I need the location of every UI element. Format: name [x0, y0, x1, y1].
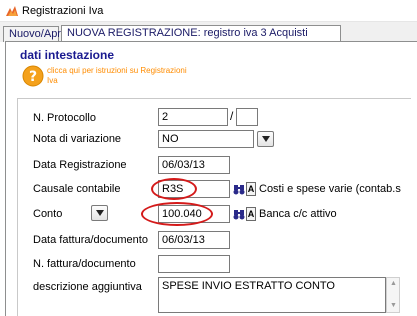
descrizione-textarea[interactable]: SPESE INVIO ESTRATTO CONTO [158, 277, 386, 313]
app-icon [6, 6, 18, 16]
conto-description: Banca c/c attivo [259, 208, 337, 220]
window-title: Registrazioni Iva [22, 5, 104, 17]
help-link[interactable]: clicca qui per istruzioni su Registrazio… [47, 66, 197, 86]
protocollo-separator: / [230, 109, 234, 123]
causale-a-button[interactable]: A [246, 182, 256, 196]
section-title: dati intestazione [20, 48, 115, 62]
causale-annotation-circle [151, 178, 197, 200]
nota-variazione-dropdown-button[interactable] [257, 131, 274, 147]
data-fattura-label: Data fattura/documento [33, 234, 148, 246]
conto-annotation-circle [141, 202, 213, 226]
protocollo-label: N. Protocollo [33, 112, 96, 124]
data-fattura-input[interactable]: 06/03/13 [158, 231, 230, 249]
binoculars-icon[interactable] [233, 208, 245, 220]
help-icon[interactable]: ? [22, 65, 44, 87]
chevron-down-icon [96, 210, 104, 216]
window-titlebar: Registrazioni Iva [0, 0, 417, 22]
scroll-down-icon[interactable]: ▼ [390, 302, 397, 309]
conto-a-button[interactable]: A [246, 207, 256, 221]
protocollo-input[interactable]: 2 [158, 108, 228, 126]
nota-variazione-label: Nota di variazione [33, 133, 122, 145]
nota-variazione-select[interactable]: NO [158, 130, 254, 148]
protocollo-suffix-input[interactable] [236, 108, 258, 126]
n-fattura-input[interactable] [158, 255, 230, 273]
chevron-down-icon [262, 136, 270, 142]
tab-strip: Nuovo/Apri NUOVA REGISTRAZIONE: registro… [0, 22, 417, 43]
n-fattura-label: N. fattura/documento [33, 258, 136, 270]
causale-description: Costi e spese varie (contab.s [259, 183, 401, 195]
data-registrazione-input[interactable]: 06/03/13 [158, 156, 230, 174]
descrizione-label: descrizione aggiuntiva [33, 281, 142, 293]
svg-text:?: ? [29, 69, 37, 85]
binoculars-icon[interactable] [233, 183, 245, 195]
scroll-up-icon[interactable]: ▲ [390, 280, 397, 287]
data-registrazione-label: Data Registrazione [33, 159, 127, 171]
conto-label: Conto [33, 208, 63, 220]
tab-nuovo-apri[interactable]: Nuovo/Apri [3, 26, 63, 42]
descrizione-scrollbar[interactable]: ▲ ▼ [386, 277, 400, 313]
causale-label: Causale contabile [33, 183, 121, 195]
conto-dropdown-button[interactable] [91, 205, 108, 221]
